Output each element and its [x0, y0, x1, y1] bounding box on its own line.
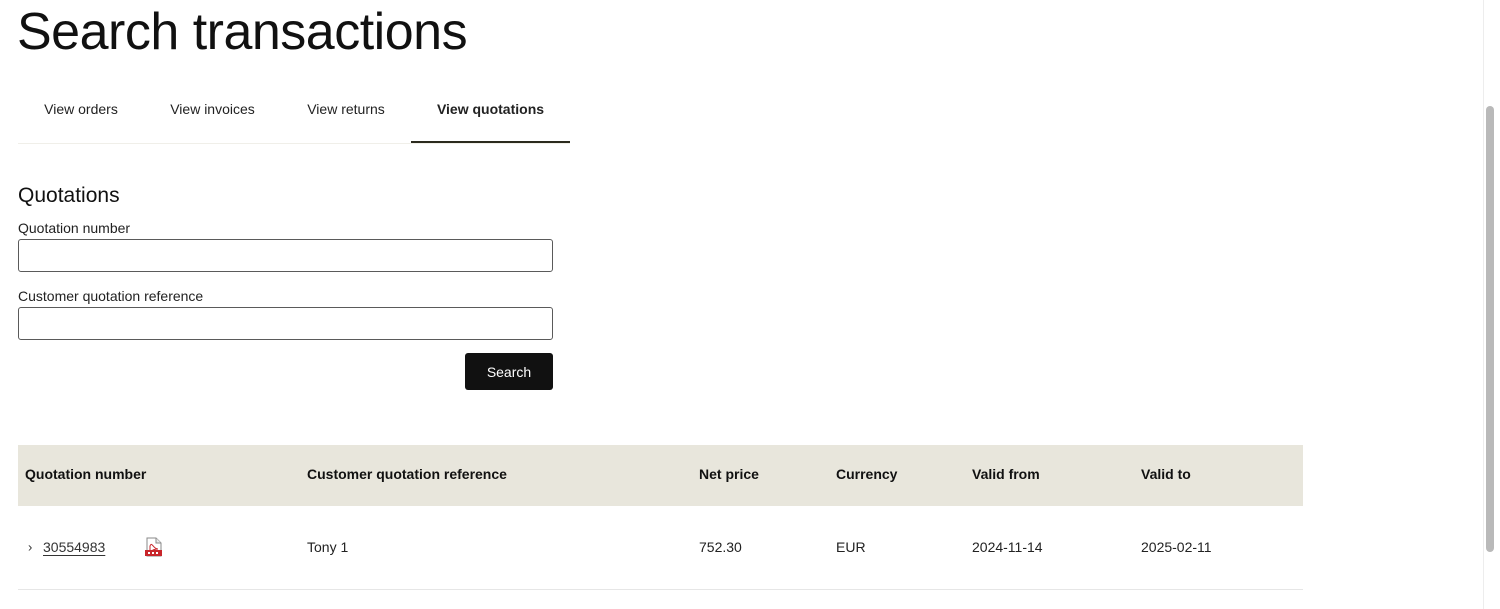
- page: Search transactions View orders View inv…: [0, 0, 1500, 609]
- scrollbar-thumb[interactable]: [1486, 106, 1494, 552]
- cell-net-price: 752.30: [699, 539, 742, 555]
- cell-valid-from: 2024-11-14: [972, 539, 1043, 555]
- header-customer-ref: Customer quotation reference: [307, 466, 507, 482]
- header-quotation-number: Quotation number: [25, 466, 147, 482]
- header-currency: Currency: [836, 466, 898, 482]
- page-title: Search transactions: [17, 3, 468, 61]
- cell-customer-ref: Tony 1: [307, 539, 349, 555]
- header-valid-to: Valid to: [1141, 466, 1191, 482]
- quotation-number-input[interactable]: [18, 239, 553, 272]
- table-row: › 30554983 Tony 1 752.30 EUR 2024-11-14 …: [18, 506, 1303, 590]
- tab-view-quotations[interactable]: View quotations: [411, 82, 570, 143]
- tab-view-returns[interactable]: View returns: [281, 82, 411, 143]
- chevron-right-icon[interactable]: ›: [28, 540, 32, 555]
- header-valid-from: Valid from: [972, 466, 1040, 482]
- cell-valid-to: 2025-02-11: [1141, 539, 1212, 555]
- search-button[interactable]: Search: [465, 353, 553, 390]
- cell-currency: EUR: [836, 539, 866, 555]
- tab-view-orders[interactable]: View orders: [18, 82, 144, 143]
- pdf-icon[interactable]: [144, 537, 164, 557]
- customer-ref-input[interactable]: [18, 307, 553, 340]
- quotation-number-label: Quotation number: [18, 220, 131, 236]
- header-net-price: Net price: [699, 466, 759, 482]
- customer-ref-label: Customer quotation reference: [18, 288, 204, 304]
- section-title: Quotations: [18, 184, 120, 207]
- tab-view-invoices[interactable]: View invoices: [144, 82, 281, 143]
- transaction-tabs: View orders View invoices View returns V…: [18, 82, 570, 144]
- table-header: Quotation number Customer quotation refe…: [18, 445, 1303, 506]
- quotation-number-link[interactable]: 30554983: [43, 539, 105, 555]
- results-table: Quotation number Customer quotation refe…: [18, 445, 1303, 590]
